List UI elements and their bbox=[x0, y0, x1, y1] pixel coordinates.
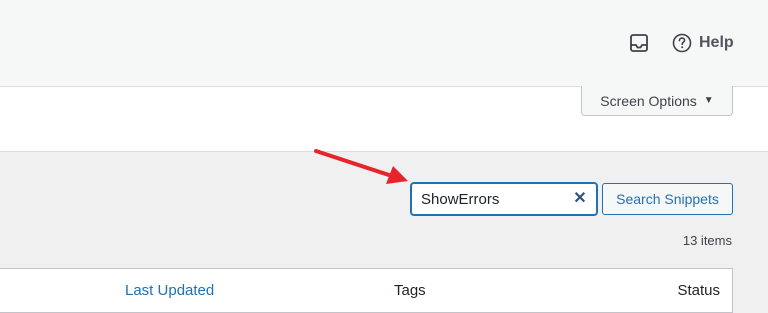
search-input[interactable] bbox=[412, 184, 581, 214]
column-last-updated[interactable]: Last Updated bbox=[125, 282, 214, 299]
snippets-table-header: Last Updated Tags Status bbox=[0, 268, 733, 313]
items-count: 13 items bbox=[682, 233, 732, 248]
search-snippets-button[interactable]: Search Snippets bbox=[602, 183, 733, 215]
search-box: ✕ bbox=[410, 182, 598, 216]
clear-search-icon[interactable]: ✕ bbox=[572, 191, 588, 207]
column-status: Status bbox=[677, 282, 720, 299]
annotation-arrow bbox=[314, 149, 408, 184]
column-tags: Tags bbox=[394, 282, 426, 299]
